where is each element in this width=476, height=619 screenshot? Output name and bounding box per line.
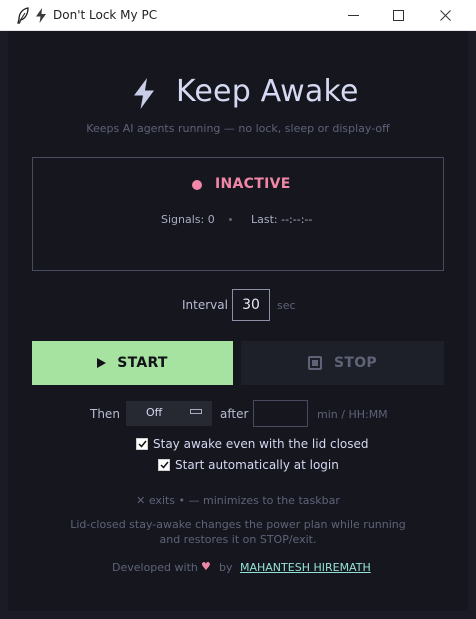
stop-button[interactable]: STOP — [241, 341, 444, 385]
bolt-icon — [134, 78, 154, 109]
checkmark-icon — [137, 440, 147, 448]
interval-label: Interval — [182, 298, 228, 312]
app-title: Keep Awake — [176, 74, 359, 109]
author-link[interactable]: MAHANTESH HIREMATH — [240, 561, 371, 574]
footer-by: by — [219, 561, 233, 574]
maximize-button[interactable] — [375, 0, 421, 31]
status-indicator-dot — [192, 180, 202, 190]
interval-input[interactable]: 30 — [232, 289, 270, 321]
checkmark-icon — [159, 461, 169, 469]
lid-closed-option[interactable]: Stay awake even with the lid closed — [136, 437, 369, 451]
close-button[interactable] — [422, 0, 468, 31]
window-titlebar[interactable]: Don't Lock My PC — [0, 0, 476, 31]
maximize-icon — [392, 10, 404, 21]
start-at-login-option[interactable]: Start automatically at login — [158, 458, 339, 472]
window-controls-hint: ✕ exits • — minimizes to the taskbar — [136, 494, 340, 507]
minimize-icon — [347, 15, 359, 16]
interval-unit: sec — [277, 299, 296, 312]
then-action-value: Off — [146, 406, 163, 419]
start-button-label: START — [117, 355, 168, 371]
after-label: after — [220, 407, 249, 421]
start-button[interactable]: START — [32, 341, 233, 385]
play-icon — [97, 358, 107, 368]
status-separator — [229, 218, 232, 221]
app-subtitle: Keeps AI agents running — no lock, sleep… — [86, 122, 390, 135]
then-label: Then — [90, 407, 120, 421]
minimize-button[interactable] — [330, 0, 376, 31]
feather-icon — [17, 7, 29, 24]
heart-icon: ♥ — [201, 560, 211, 573]
status-panel — [32, 157, 444, 271]
status-label: INACTIVE — [215, 176, 291, 192]
then-action-select[interactable]: Off — [126, 401, 212, 426]
after-time-input[interactable] — [253, 400, 308, 427]
stop-icon — [308, 356, 322, 370]
dropdown-indicator-icon — [190, 409, 202, 414]
lid-closed-label: Stay awake even with the lid closed — [153, 437, 369, 451]
after-time-hint: min / HH:MM — [317, 408, 388, 421]
bolt-icon — [36, 8, 46, 23]
footer-developed-with: Developed with — [112, 561, 198, 574]
last-signal-time: Last: --:--:-- — [251, 213, 313, 226]
start-at-login-checkbox[interactable] — [158, 459, 170, 471]
close-icon — [439, 10, 451, 21]
stop-button-label: STOP — [334, 355, 377, 371]
start-at-login-label: Start automatically at login — [175, 458, 339, 472]
lid-closed-note: Lid-closed stay-awake changes the power … — [70, 518, 406, 546]
window-title: Don't Lock My PC — [53, 8, 158, 22]
signals-count: Signals: 0 — [161, 213, 215, 226]
lid-closed-checkbox[interactable] — [136, 438, 148, 450]
